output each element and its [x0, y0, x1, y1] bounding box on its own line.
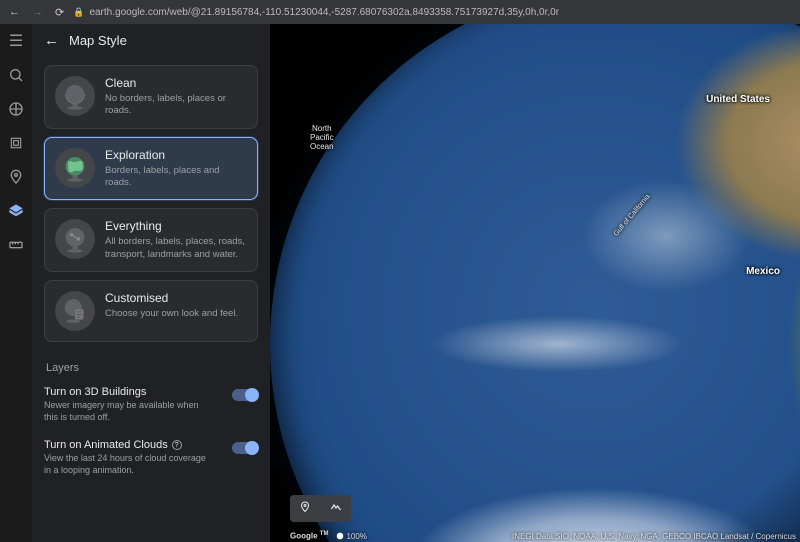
left-rail: ☰: [0, 24, 32, 542]
projects-icon[interactable]: [7, 134, 25, 152]
style-title: Exploration: [105, 148, 247, 162]
url-text[interactable]: earth.google.com/web/@21.89156784,-110.5…: [89, 7, 559, 18]
google-logo: Google TM: [290, 531, 328, 541]
map-style-panel: ← Map Style Clean No borders, labels, pl…: [32, 24, 270, 542]
help-icon[interactable]: ?: [172, 440, 182, 450]
toggle-3d-buildings[interactable]: [232, 389, 258, 401]
browser-bar: ← → ⟳ 🔒 earth.google.com/web/@21.8915678…: [0, 0, 800, 24]
forward-button[interactable]: →: [29, 6, 46, 18]
timelapse-button[interactable]: [321, 495, 351, 522]
attribution-text: INEGI Data SIO, NOAA, U.S. Navy, NGA, GE…: [512, 532, 796, 541]
layer-row-animated-clouds: Turn on Animated Clouds ? View the last …: [32, 431, 270, 484]
globe-exploration-icon: [55, 148, 95, 188]
layers-icon[interactable]: [7, 202, 25, 220]
layer-title: Turn on 3D Buildings: [44, 386, 146, 398]
panel-title: Map Style: [69, 33, 127, 48]
label-mexico: Mexico: [746, 266, 780, 277]
lock-icon: 🔒: [73, 7, 84, 18]
style-card-customised[interactable]: Customised Choose your own look and feel…: [44, 280, 258, 342]
pin-icon[interactable]: [7, 168, 25, 186]
attribution-bar: Google TM 100% INEGI Data SIO, NOAA, U.S…: [290, 531, 796, 541]
label-pacific: North Pacific Ocean: [310, 124, 334, 151]
search-icon[interactable]: [7, 66, 25, 84]
style-desc: No borders, labels, places or roads.: [105, 93, 247, 118]
style-card-everything[interactable]: Everything All borders, labels, places, …: [44, 208, 258, 272]
style-title: Clean: [105, 76, 247, 90]
globe-everything-icon: [55, 219, 95, 259]
style-desc: Borders, labels, places and roads.: [105, 165, 247, 190]
map-canvas[interactable]: United States Mexico North Pacific Ocean…: [270, 24, 800, 542]
pegman-button[interactable]: [290, 495, 320, 522]
globe-customised-icon: [55, 291, 95, 331]
label-united-states: United States: [706, 94, 770, 105]
ruler-icon[interactable]: [7, 236, 25, 254]
layer-desc: View the last 24 hours of cloud coverage…: [44, 453, 214, 476]
reload-button[interactable]: ⟳: [52, 6, 67, 19]
layer-desc: Newer imagery may be available when this…: [44, 400, 214, 423]
style-title: Everything: [105, 219, 247, 233]
style-desc: All borders, labels, places, roads, tran…: [105, 236, 247, 261]
back-button[interactable]: ←: [6, 6, 23, 18]
style-title: Customised: [105, 291, 238, 305]
layers-label: Layers: [32, 350, 270, 378]
style-card-clean[interactable]: Clean No borders, labels, places or road…: [44, 65, 258, 129]
panel-back-button[interactable]: ←: [44, 32, 59, 49]
bottom-toolbar: [290, 495, 351, 522]
layer-row-3d-buildings: Turn on 3D Buildings Newer imagery may b…: [32, 378, 270, 431]
voyager-icon[interactable]: [7, 100, 25, 118]
render-percent: 100%: [346, 532, 366, 541]
globe-clean-icon: [55, 76, 95, 116]
layer-title: Turn on Animated Clouds: [44, 439, 168, 451]
menu-icon[interactable]: ☰: [7, 32, 25, 50]
style-desc: Choose your own look and feel.: [105, 308, 238, 320]
style-card-exploration[interactable]: Exploration Borders, labels, places and …: [44, 137, 258, 201]
toggle-animated-clouds[interactable]: [232, 442, 258, 454]
